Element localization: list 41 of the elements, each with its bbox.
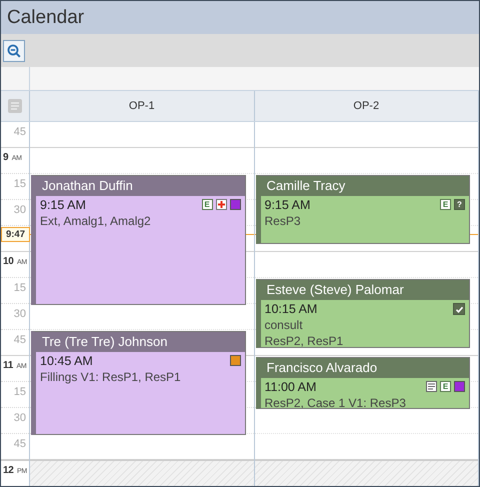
letter-badge: ? (454, 199, 465, 210)
patient-name: Esteve (Steve) Palomar (260, 280, 469, 300)
column-header: OP-1 (30, 91, 254, 121)
procedure-text: Ext, Amalg1, Amalg2 (40, 213, 152, 229)
appointment-time: 11:00 AM (264, 380, 316, 395)
window-title: Calendar (7, 6, 84, 28)
current-time-marker: 9:47 (1, 227, 30, 242)
checkmark-icon (453, 303, 465, 315)
appointment-card[interactable]: Jonathan Duffin 9:15 AM Ext, Amalg1, Amalg2 E (31, 175, 246, 305)
appointment-card[interactable]: Camille Tracy 9:15 AM ResP3 E ? (256, 175, 470, 244)
patient-name: Tre (Tre Tre) Johnson (36, 332, 244, 352)
letter-badge: E (440, 199, 451, 210)
letter-badge: E (202, 199, 212, 210)
cross-icon (216, 199, 226, 210)
time-label: 30 (14, 204, 26, 216)
appointment-time: 9:15 AM (264, 198, 310, 213)
procedure-text: Fillings V1: ResP1, ResP1 (40, 369, 182, 385)
patient-name: Francisco Alvarado (260, 358, 469, 378)
time-label: 30 (14, 412, 26, 424)
time-label: 45 (14, 438, 26, 450)
appointment-time: 9:15 AM (40, 198, 86, 213)
note-icon (426, 381, 437, 392)
appointment-time: 10:45 AM (40, 354, 93, 369)
zoom-out-icon (7, 44, 21, 58)
time-label: 45 (14, 334, 26, 346)
time-label: 45 (14, 126, 26, 138)
procedure-text: ResP2, ResP1 (264, 333, 344, 347)
appointment-card[interactable]: Esteve (Steve) Palomar 10:15 AM consult ResP2, ResP1 (256, 279, 470, 348)
appointment-card[interactable]: Tre (Tre Tre) Johnson 10:45 AM Fillings V1: ResP1, ResP1 (31, 331, 246, 435)
zoom-out-button[interactable] (3, 40, 25, 62)
time-label: 15 (14, 178, 26, 190)
time-label: 15 (14, 386, 26, 398)
procedure-text: consult (264, 317, 304, 333)
time-label: 15 (14, 282, 26, 294)
letter-badge: E (440, 381, 451, 392)
appointment-time: 10:15 AM (264, 302, 318, 317)
column-header: OP-2 (254, 91, 479, 121)
procedure-text: ResP3 (264, 213, 302, 229)
patient-name: Camille Tracy (260, 176, 469, 196)
patient-name: Jonathan Duffin (36, 176, 244, 196)
time-label: 30 (14, 308, 26, 320)
